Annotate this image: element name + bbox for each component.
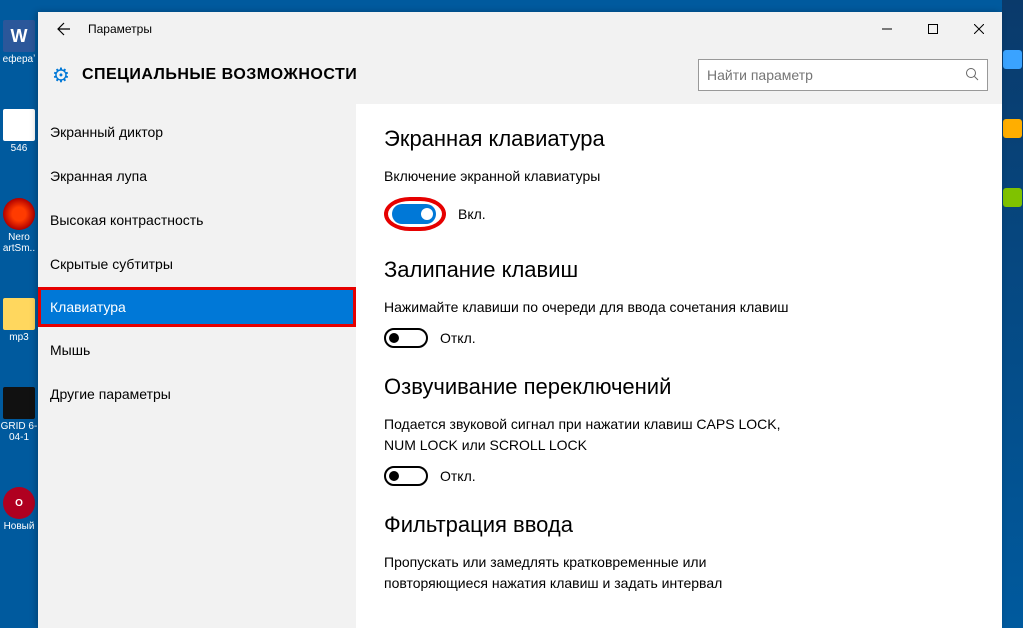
sidebar-item-mouse[interactable]: Мышь <box>38 328 356 372</box>
sidebar-item-label: Экранная лупа <box>50 168 147 184</box>
minimize-icon <box>882 24 892 34</box>
desktop-icon-txt-icon[interactable]: 546 <box>3 109 35 154</box>
toggle-label-toggle: Откл. <box>440 468 476 484</box>
sidebar-item-keyboard[interactable]: Клавиатура <box>38 287 356 327</box>
close-icon <box>974 24 984 34</box>
grid-icon <box>3 387 35 419</box>
sidebar-item-label: Клавиатура <box>50 299 126 315</box>
back-button[interactable] <box>46 12 80 46</box>
toggle-row-toggle-keys: Откл. <box>384 466 974 486</box>
desc-onscreen-keyboard: Включение экранной клавиатуры <box>384 166 814 187</box>
annotation-red-ellipse <box>384 197 446 231</box>
content-pane: Экранная клавиатура Включение экранной к… <box>356 104 1002 628</box>
body: Экранный диктор Экранная лупа Высокая конт… <box>38 104 1002 628</box>
toggle-label-sticky: Откл. <box>440 330 476 346</box>
search-icon <box>965 67 979 84</box>
sidebar-item-label: Мышь <box>50 342 90 358</box>
desktop-icon-label: 546 <box>11 143 28 154</box>
window-controls <box>864 12 1002 46</box>
maximize-icon <box>928 24 938 34</box>
word-icon: W <box>3 20 35 52</box>
desktop-icon-label: Новый <box>4 521 35 532</box>
back-arrow-icon <box>55 21 71 37</box>
toggle-label-onscreen: Вкл. <box>458 206 486 222</box>
desktop-icons: Wефераʼ 546 Nero artSm.. mp3 GRID 6-04-1 O Нов… <box>0 0 38 628</box>
desc-filter-keys: Пропускать или замедлять кратковременные… <box>384 552 814 594</box>
maximize-button[interactable] <box>910 12 956 46</box>
close-button[interactable] <box>956 12 1002 46</box>
desktop-icon-label: mp3 <box>9 332 28 343</box>
desktop-icon-nero-icon[interactable]: Nero artSm.. <box>0 198 38 254</box>
opera-icon: O <box>3 487 35 519</box>
sidebar-item-narrator[interactable]: Экранный диктор <box>38 110 356 154</box>
desktop-icon-label: Nero artSm.. <box>0 232 38 254</box>
sidebar-item-label: Скрытые субтитры <box>50 256 173 272</box>
sidebar-item-label: Экранный диктор <box>50 124 163 140</box>
section-title: СПЕЦИАЛЬНЫЕ ВОЗМОЖНОСТИ <box>82 66 357 84</box>
sidebar: Экранный диктор Экранная лупа Высокая конт… <box>38 104 356 628</box>
toggle-onscreen-keyboard[interactable] <box>392 204 436 224</box>
desc-sticky-keys: Нажимайте клавиши по очереди для ввода с… <box>384 297 814 318</box>
folder-icon <box>3 298 35 330</box>
annotation-red-box: Клавиатура <box>41 290 221 324</box>
minimize-button[interactable] <box>864 12 910 46</box>
settings-window: Параметры ⚙ СПЕЦИАЛЬНЫЕ ВОЗМОЖНОСТИ Экра… <box>38 12 1002 628</box>
nero-icon <box>3 198 35 230</box>
heading-filter-keys: Фильтрация ввода <box>384 512 974 538</box>
search-box[interactable] <box>698 59 988 91</box>
desktop-icon-word-icon[interactable]: Wефераʼ <box>3 20 36 65</box>
desktop-icon-label: ефераʼ <box>3 54 36 65</box>
window-title: Параметры <box>88 22 152 36</box>
sidebar-item-high-contrast[interactable]: Высокая контрастность <box>38 198 356 242</box>
sidebar-item-closed-captions[interactable]: Скрытые субтитры <box>38 242 356 286</box>
gear-icon: ⚙ <box>52 63 70 88</box>
heading-sticky-keys: Залипание клавиш <box>384 257 974 283</box>
toggle-row-sticky-keys: Откл. <box>384 328 974 348</box>
toggle-sticky-keys[interactable] <box>384 328 428 348</box>
txt-icon <box>3 109 35 141</box>
desktop-icon-folder-icon[interactable]: mp3 <box>3 298 35 343</box>
titlebar: Параметры <box>38 12 1002 46</box>
toggle-toggle-keys[interactable] <box>384 466 428 486</box>
desktop-icon-opera-icon[interactable]: O Новый <box>3 487 35 532</box>
sidebar-item-other[interactable]: Другие параметры <box>38 372 356 416</box>
header-row: ⚙ СПЕЦИАЛЬНЫЕ ВОЗМОЖНОСТИ <box>38 46 1002 104</box>
desc-toggle-keys: Подается звуковой сигнал при нажатии кла… <box>384 414 814 456</box>
sidebar-item-label: Другие параметры <box>50 386 171 402</box>
sidebar-item-label: Высокая контрастность <box>50 212 203 228</box>
desktop-right-strip <box>1002 0 1023 628</box>
heading-onscreen-keyboard: Экранная клавиатура <box>384 126 974 152</box>
sidebar-item-magnifier[interactable]: Экранная лупа <box>38 154 356 198</box>
desktop-icon-grid-icon[interactable]: GRID 6-04-1 <box>0 387 38 443</box>
toggle-row-onscreen-keyboard: Вкл. <box>384 197 974 231</box>
search-input[interactable] <box>707 67 965 83</box>
desktop-icon-label: GRID 6-04-1 <box>0 421 38 443</box>
heading-toggle-keys: Озвучивание переключений <box>384 374 974 400</box>
